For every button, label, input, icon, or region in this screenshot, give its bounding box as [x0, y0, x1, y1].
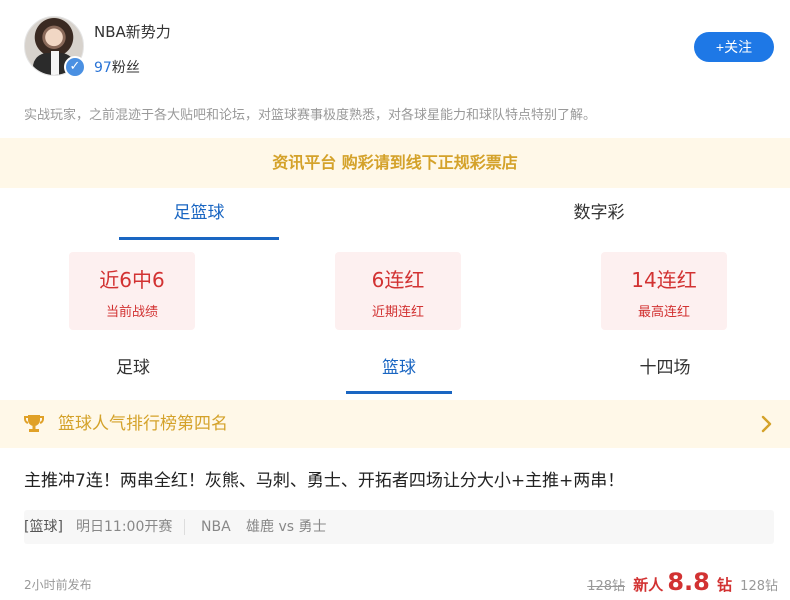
- tab-label: 数字彩: [573, 203, 625, 223]
- fans-count: 97粉丝: [94, 57, 140, 77]
- post-time: 2小时前发布: [24, 578, 92, 592]
- tab-label: 篮球: [382, 358, 416, 378]
- author-bio: 实战玩家，之前混迹于各大贴吧和论坛，对篮球赛事极度熟悉，对各球星能力和球队特点特…: [24, 108, 597, 123]
- notice-banner: 资讯平台 购彩请到线下正规彩票店: [0, 138, 790, 188]
- article-headline[interactable]: 主推冲7连！两串全红！灰熊、马刺、勇士、开拓者四场让分大小+主推+两串！: [24, 466, 624, 491]
- active-tab-underline: [119, 237, 279, 240]
- verified-badge-icon: ✓: [64, 56, 86, 78]
- match-teams: 雄鹿 vs 勇士: [246, 519, 327, 535]
- author-name[interactable]: NBA新势力: [94, 21, 171, 42]
- stat-label: 当前战绩: [105, 305, 158, 320]
- match-time: 明日11:00开赛: [76, 519, 173, 535]
- regular-price: 128钻: [740, 579, 778, 594]
- original-price: 128钻: [587, 579, 626, 594]
- price-info[interactable]: 128钻 新人 8.8 钻 128钻: [587, 568, 778, 598]
- divider: [184, 519, 185, 535]
- rank-text: 篮球人气排行榜第四名: [58, 414, 228, 434]
- sport-tag: [篮球]: [24, 519, 63, 535]
- league-name: NBA: [201, 519, 231, 535]
- stat-value: 6连红: [371, 268, 425, 292]
- tab-digital-lottery[interactable]: 数字彩: [514, 190, 684, 242]
- stat-label: 近期连红: [371, 305, 424, 320]
- chevron-right-icon[interactable]: [760, 414, 774, 434]
- tab-label: 足球: [116, 358, 150, 378]
- active-tab-underline: [346, 391, 452, 394]
- fans-label: 粉丝: [111, 60, 140, 76]
- tab-label: 十四场: [639, 358, 691, 378]
- newcomer-price: 8.8: [667, 568, 710, 596]
- popularity-rank-banner[interactable]: 篮球人气排行榜第四名: [0, 400, 790, 448]
- trophy-icon: [23, 415, 45, 432]
- stat-value: 14连红: [631, 268, 697, 292]
- tab-basketball[interactable]: 篮球: [346, 346, 452, 396]
- tab-label: 足篮球: [173, 203, 225, 223]
- stat-recent-streak: 6连红 近期连红: [335, 252, 461, 330]
- stat-label: 最高连红: [637, 305, 690, 320]
- newcomer-label: 新人: [633, 576, 664, 594]
- sub-tab-bar: 足球 篮球 十四场: [0, 346, 790, 396]
- record-stats: 近6中6 当前战绩 6连红 近期连红 14连红 最高连红: [0, 252, 790, 332]
- avatar-shirt: [51, 51, 59, 75]
- price-unit: 钻: [717, 576, 733, 594]
- fans-number: 97: [94, 60, 112, 76]
- author-profile: ✓ NBA新势力 97粉丝 +关注: [24, 16, 774, 80]
- tab-football[interactable]: 足球: [80, 346, 186, 396]
- stat-current-record: 近6中6 当前战绩: [69, 252, 195, 330]
- follow-button[interactable]: +关注: [694, 32, 774, 62]
- tab-football-basketball[interactable]: 足篮球: [114, 190, 284, 242]
- stat-value: 近6中6: [99, 268, 165, 292]
- tab-fourteen-games[interactable]: 十四场: [612, 346, 718, 396]
- stat-best-streak: 14连红 最高连红: [601, 252, 727, 330]
- match-info: [篮球] 明日11:00开赛 NBA 雄鹿 vs 勇士: [24, 510, 774, 544]
- main-tab-bar: 足篮球 数字彩: [0, 190, 790, 242]
